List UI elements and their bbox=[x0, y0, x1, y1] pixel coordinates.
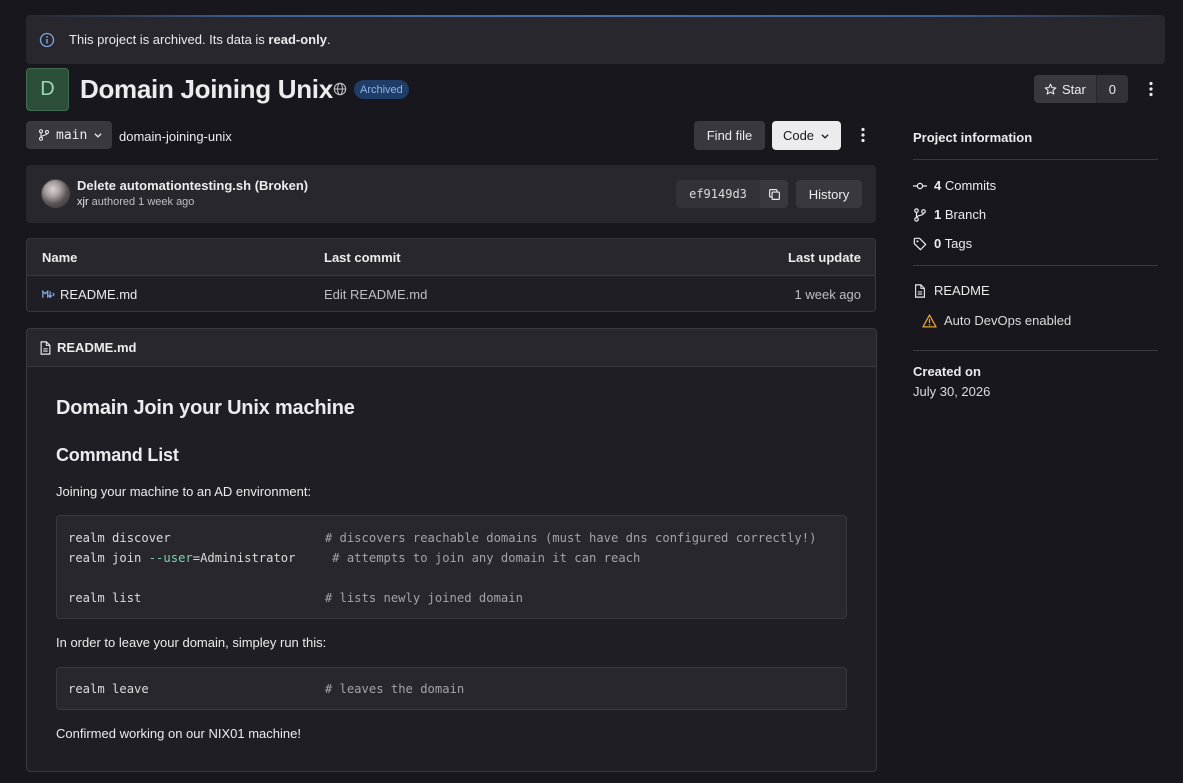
kebab-icon[interactable] bbox=[1143, 81, 1159, 97]
avatar[interactable] bbox=[41, 179, 70, 208]
commit-sha[interactable]: ef9149d3 bbox=[676, 180, 760, 208]
commit-meta-text: authored 1 week ago bbox=[91, 196, 195, 208]
copy-icon bbox=[768, 188, 780, 200]
readme-card: README.md Domain Join your Unix machine … bbox=[26, 328, 877, 772]
branch-count: 1 bbox=[934, 207, 942, 222]
sidebar-item-readme[interactable]: README bbox=[913, 283, 990, 298]
project-avatar[interactable]: D bbox=[26, 68, 69, 111]
table-row[interactable]: README.md Edit README.md 1 week ago bbox=[27, 276, 875, 311]
code-block-commands[interactable]: realm discover # discovers reachable dom… bbox=[56, 515, 847, 619]
commits-count: 4 bbox=[934, 178, 942, 193]
branch-icon bbox=[914, 207, 926, 222]
code-line-1-cmd: realm discover bbox=[68, 531, 171, 545]
commit-title[interactable]: Delete automationtesting.sh (Broken) bbox=[77, 178, 308, 193]
code-button[interactable]: Code bbox=[772, 121, 841, 150]
file-last-commit[interactable]: Edit README.md bbox=[324, 287, 427, 302]
commit-icon bbox=[913, 182, 927, 189]
code-line-2-value: =Administrator bbox=[192, 551, 296, 565]
archived-alert: This project is archived. Its data is re… bbox=[26, 15, 1165, 64]
sidebar-divider bbox=[913, 159, 1158, 160]
repo-path-breadcrumb[interactable]: domain-joining-unix bbox=[119, 129, 232, 144]
alert-text-suffix: . bbox=[326, 32, 331, 47]
column-header-last-commit: Last commit bbox=[324, 250, 401, 265]
copy-sha-button[interactable] bbox=[760, 180, 788, 208]
tag-icon bbox=[913, 237, 927, 250]
code-button-label: Code bbox=[782, 128, 815, 143]
alert-text-bold: read-only bbox=[268, 32, 327, 47]
tags-count: 0 bbox=[934, 236, 942, 251]
markdown-icon bbox=[42, 290, 55, 299]
code-leave-cmd: realm leave bbox=[68, 682, 149, 696]
branch-label: Branch bbox=[944, 207, 987, 222]
alert-text: This project is archived. Its data is re… bbox=[69, 32, 331, 47]
project-title: Domain Joining Unix bbox=[80, 74, 333, 104]
code-line-2-flag: --user bbox=[148, 551, 193, 565]
commits-label: Commits bbox=[944, 178, 997, 193]
code-leave-comment: # leaves the domain bbox=[324, 682, 465, 696]
file-icon bbox=[915, 283, 925, 298]
chevron-down-icon bbox=[821, 133, 829, 139]
alert-text-prefix: This project is archived. Its data is bbox=[69, 32, 269, 47]
readme-paragraph-2: In order to leave your domain, simpley r… bbox=[56, 635, 327, 650]
archived-badge: Archived bbox=[354, 80, 409, 99]
code-line-1-comment: # discovers reachable domains (must have… bbox=[324, 531, 817, 545]
star-count[interactable]: 0 bbox=[1095, 75, 1128, 103]
code-line-2-comment: # attempts to join any domain it can rea… bbox=[332, 551, 641, 565]
commit-sha-group: ef9149d3 bbox=[676, 180, 788, 208]
branch-selector[interactable]: main bbox=[26, 121, 112, 149]
code-block-leave[interactable]: realm leave # leaves the domain bbox=[56, 667, 847, 710]
file-icon bbox=[40, 340, 51, 355]
readme-heading-2: Command List bbox=[56, 445, 179, 465]
star-group: Star 0 bbox=[1034, 75, 1128, 103]
find-file-button[interactable]: Find file bbox=[694, 121, 765, 150]
globe-icon bbox=[333, 82, 347, 96]
column-header-last-update: Last update bbox=[788, 250, 861, 265]
column-header-name: Name bbox=[42, 250, 78, 265]
readme-paragraph-3: Confirmed working on our NIX01 machine! bbox=[56, 726, 301, 741]
readme-filename[interactable]: README.md bbox=[57, 340, 136, 355]
sidebar-divider bbox=[913, 350, 1158, 351]
project-info-title: Project information bbox=[913, 130, 1033, 145]
file-table: Name Last commit Last update README.md E… bbox=[26, 238, 876, 312]
star-button[interactable]: Star bbox=[1034, 75, 1096, 103]
tags-label: Tags bbox=[944, 236, 973, 251]
branch-name: main bbox=[56, 127, 88, 143]
readme-header: README.md bbox=[27, 329, 876, 367]
chevron-down-icon bbox=[94, 133, 102, 138]
code-line-2-cmd: realm join bbox=[68, 551, 149, 565]
branch-icon bbox=[38, 129, 50, 141]
created-on-value: July 30, 2026 bbox=[913, 384, 991, 399]
warning-icon bbox=[922, 313, 937, 328]
created-on-label: Created on bbox=[913, 364, 981, 379]
sidebar-divider bbox=[913, 265, 1158, 266]
commit-meta: xjr authored 1 week ago bbox=[77, 196, 194, 208]
file-name[interactable]: README.md bbox=[60, 287, 137, 302]
kebab-icon[interactable] bbox=[855, 127, 871, 143]
readme-link-label: README bbox=[934, 283, 990, 298]
code-line-3-cmd: realm list bbox=[68, 591, 142, 605]
commit-author[interactable]: xjr bbox=[77, 196, 89, 208]
sidebar-item-autodevops[interactable]: Auto DevOps enabled bbox=[922, 313, 1071, 328]
readme-heading-1: Domain Join your Unix machine bbox=[56, 397, 355, 419]
code-line-3-comment: # lists newly joined domain bbox=[324, 591, 523, 605]
star-label: Star bbox=[1062, 81, 1086, 97]
sidebar-item-tags[interactable]: 0 Tags bbox=[913, 236, 972, 251]
history-button[interactable]: History bbox=[796, 180, 862, 208]
readme-paragraph-1: Joining your machine to an AD environmen… bbox=[56, 484, 312, 499]
info-icon bbox=[39, 32, 55, 47]
sidebar-item-branch[interactable]: 1 Branch bbox=[913, 207, 986, 222]
autodevops-label: Auto DevOps enabled bbox=[944, 313, 1072, 328]
file-table-header: Name Last commit Last update bbox=[27, 239, 875, 276]
file-last-update: 1 week ago bbox=[794, 287, 862, 302]
star-icon bbox=[1044, 83, 1057, 95]
last-commit-panel: Delete automationtesting.sh (Broken) xjr… bbox=[26, 165, 876, 223]
sidebar-item-commits[interactable]: 4 Commits bbox=[913, 178, 996, 193]
